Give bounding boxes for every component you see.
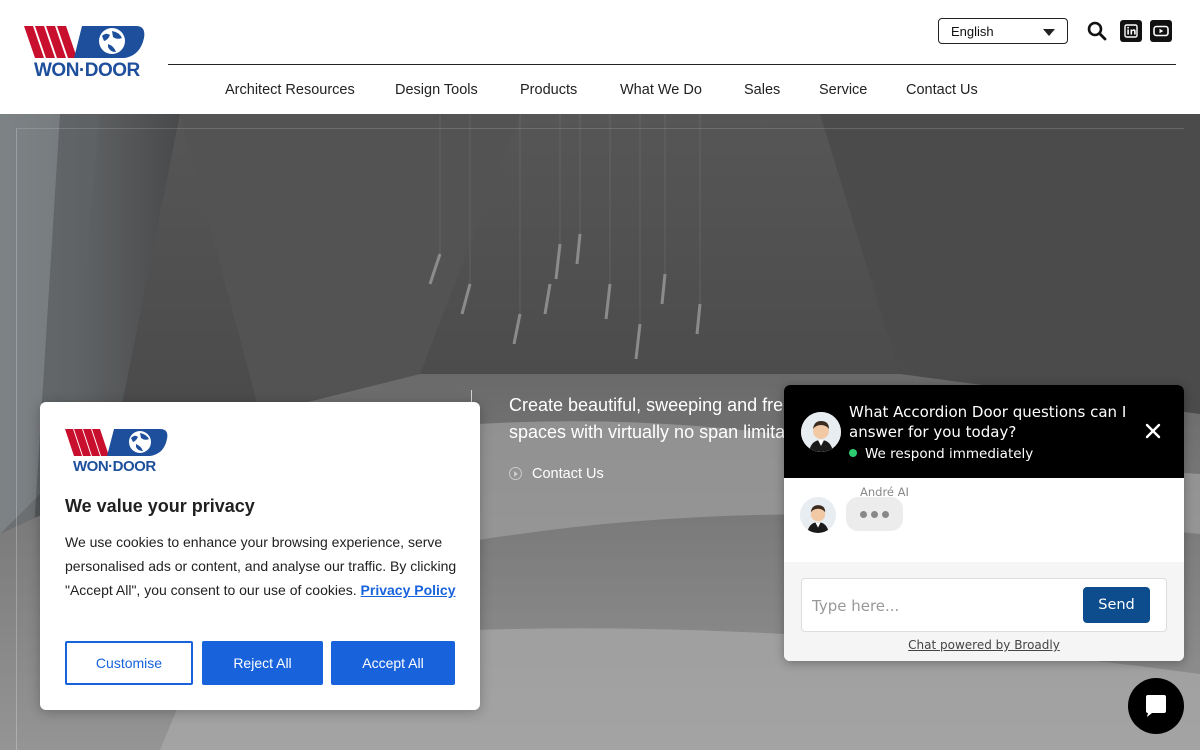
chat-status: We respond immediately (849, 446, 1033, 462)
send-button[interactable]: Send (1083, 587, 1150, 623)
nav-service[interactable]: Service (819, 82, 867, 98)
main-nav: Architect Resources Design Tools Product… (0, 82, 1200, 102)
chat-launcher-button[interactable] (1128, 678, 1184, 734)
chat-bubble-icon (1146, 695, 1166, 717)
privacy-policy-link[interactable]: Privacy Policy (361, 582, 456, 598)
chat-messages: André AI (784, 478, 1184, 562)
linkedin-icon[interactable] (1120, 20, 1142, 42)
play-circle-icon (509, 467, 522, 480)
chat-status-text: We respond immediately (865, 446, 1034, 462)
hero-tagline-line-2: spaces with virtually no span limita (509, 422, 786, 442)
chat-header: What Accordion Door questions can I answ… (784, 385, 1184, 478)
cookie-logo: WON·DOOR (65, 426, 169, 476)
nav-architect-resources[interactable]: Architect Resources (225, 82, 355, 98)
header-divider (168, 64, 1176, 65)
powered-by-link[interactable]: Chat powered by Broadly (784, 638, 1184, 652)
cookie-consent-dialog: WON·DOOR We value your privacy We use co… (40, 402, 480, 710)
language-select[interactable]: English (938, 18, 1068, 44)
nav-design-tools[interactable]: Design Tools (395, 82, 478, 98)
chat-widget: What Accordion Door questions can I answ… (784, 385, 1184, 661)
reject-all-button[interactable]: Reject All (202, 641, 323, 685)
online-status-dot (849, 449, 857, 457)
close-icon[interactable] (1144, 422, 1162, 440)
search-icon[interactable] (1086, 20, 1108, 42)
hero-tagline: Create beautiful, sweeping and fre space… (509, 392, 809, 446)
chat-message-input[interactable] (812, 593, 1072, 619)
chat-input-box: Send (801, 578, 1167, 632)
youtube-icon[interactable] (1150, 20, 1172, 42)
nav-products[interactable]: Products (520, 82, 577, 98)
language-select-value: English (951, 24, 994, 39)
agent-avatar (801, 412, 841, 452)
site-header: WON·DOOR English Architect Resources Des… (0, 0, 1200, 114)
accept-all-button[interactable]: Accept All (331, 641, 455, 685)
chat-title: What Accordion Door questions can I answ… (849, 403, 1127, 441)
hero-contact-button[interactable]: Contact Us (509, 466, 604, 482)
chevron-down-icon (1043, 29, 1055, 36)
agent-message-avatar (800, 497, 836, 533)
hero-contact-label: Contact Us (532, 466, 604, 482)
customise-button[interactable]: Customise (65, 641, 193, 685)
chat-composer: Send Chat powered by Broadly (784, 562, 1184, 661)
cookie-description: We use cookies to enhance your browsing … (65, 530, 457, 602)
cookie-logo-wordmark: WON·DOOR (73, 458, 156, 475)
typing-indicator (846, 497, 903, 531)
logo-wordmark: WON·DOOR (34, 60, 140, 81)
nav-contact-us[interactable]: Contact Us (906, 82, 978, 98)
nav-what-we-do[interactable]: What We Do (620, 82, 702, 98)
nav-sales[interactable]: Sales (744, 82, 780, 98)
hero-tagline-line-1: Create beautiful, sweeping and fre (509, 395, 784, 415)
won-door-logo[interactable]: WON·DOOR (24, 22, 146, 82)
cookie-title: We value your privacy (65, 496, 255, 516)
